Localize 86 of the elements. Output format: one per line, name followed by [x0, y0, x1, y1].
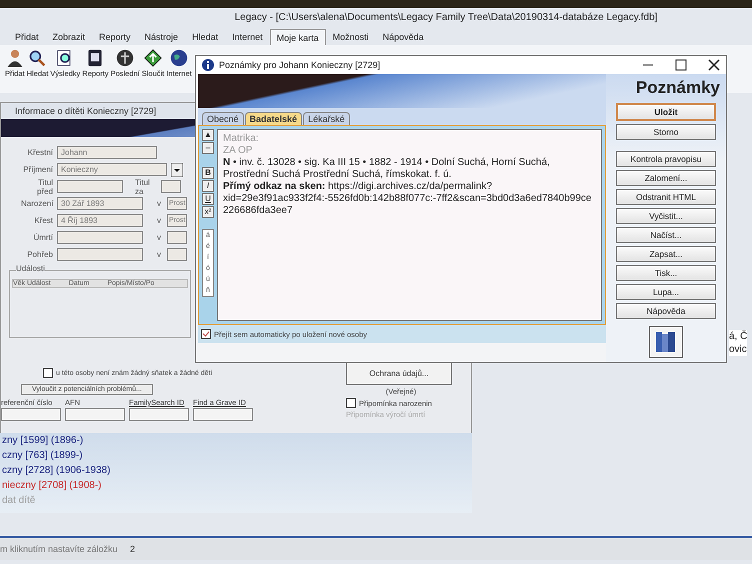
date-field[interactable]	[57, 248, 143, 261]
input-field[interactable]	[1, 408, 61, 421]
field-label: Titul před	[36, 178, 53, 196]
checkbox[interactable]	[43, 368, 53, 378]
status-count: 2	[130, 544, 136, 554]
input-field[interactable]	[57, 180, 123, 193]
menu-tab[interactable]: Zobrazit	[46, 29, 92, 45]
dialog-heading: Poznámky	[636, 78, 721, 98]
child-entry[interactable]: czny [2728] (1906-1938)	[2, 463, 472, 478]
format-button[interactable]: –	[202, 142, 214, 154]
dialog-button[interactable]: Načíst...	[616, 227, 716, 243]
field-label: Titul za	[135, 178, 151, 196]
date-field[interactable]: 4 Říj 1893	[57, 214, 143, 227]
menu-tab[interactable]: Internet	[225, 29, 270, 45]
input-field[interactable]	[193, 408, 253, 421]
format-button[interactable]: x²	[202, 206, 214, 218]
menu-tab[interactable]: Reporty	[92, 29, 138, 45]
merge-icon	[144, 49, 162, 67]
field-label: Narození	[21, 199, 53, 208]
field-label: Pohřeb	[26, 250, 53, 259]
input-field[interactable]	[65, 408, 125, 421]
dialog-button[interactable]: Uložit	[616, 103, 716, 121]
dialog-button[interactable]: Tisk...	[616, 265, 716, 281]
close-icon[interactable]	[708, 59, 720, 71]
place-field[interactable]	[167, 248, 187, 261]
globe-icon	[170, 49, 188, 67]
menu-tab[interactable]: Nástroje	[138, 29, 186, 45]
status-text: m kliknutím nastavíte záložku	[0, 544, 119, 554]
info-icon	[202, 59, 214, 71]
dialog-button[interactable]: Lupa...	[616, 284, 716, 300]
field-label: v	[157, 199, 162, 208]
background-text: ovic	[729, 343, 748, 356]
menu-tab[interactable]: Hledat	[185, 29, 226, 45]
note-text: Přímý odkaz na sken: https://digi.archives.cz/da/permalink?xid=29e3f91ac933f2f4:-5526fd0b:142b88f077c:-7ff2&scan=3bd0d3a6ed7840b99ce226686fda3ee7	[223, 181, 592, 217]
format-button[interactable]: I	[202, 180, 214, 192]
dropdown-arrow-icon[interactable]	[171, 162, 183, 176]
report-icon	[86, 49, 104, 67]
field-label: v	[157, 233, 162, 242]
format-button[interactable]: U	[202, 193, 214, 205]
input-field[interactable]: Johann	[57, 146, 157, 159]
menu-tab[interactable]: Možnosti	[326, 29, 376, 45]
search-icon	[28, 49, 46, 67]
tab[interactable]: Obecné	[202, 112, 244, 125]
dialog-button[interactable]: Zapsat...	[616, 246, 716, 262]
maximize-icon[interactable]	[675, 59, 687, 71]
privacy-button[interactable]: Ochrana údajů...	[346, 362, 452, 385]
dialog-title: Poznámky pro Johann Konieczny [2729]	[219, 60, 382, 70]
notes-editor[interactable]	[217, 129, 602, 321]
dialog-button[interactable]: Vyčistit...	[616, 208, 716, 224]
dialog-button[interactable]: Kontrola pravopisu	[616, 151, 716, 167]
dropdown-field[interactable]: Konieczny	[57, 163, 167, 176]
checkbox[interactable]	[201, 329, 211, 339]
date-field[interactable]: 30 Zář 1893	[57, 197, 143, 210]
person-icon	[6, 49, 24, 67]
format-button[interactable]: B	[202, 167, 214, 179]
note-label: Matrika:	[223, 133, 260, 145]
child-entry[interactable]: zny [1599] (1896-)	[2, 433, 472, 448]
note-text: N • inv. č. 13028 • sig. Ka III 15 • 1882 - 1914 • Dolní Suchá, Horní Suchá, Prostřední Suchá Prostřední Suchá, římskokat. f. ú.	[223, 157, 551, 181]
menu-tab[interactable]: Přidat	[8, 29, 46, 45]
menu-tab[interactable]: Nápověda	[376, 29, 431, 45]
field-label: Úmrtí	[32, 233, 53, 242]
place-field[interactable]	[167, 231, 187, 244]
field-label: v	[157, 216, 162, 225]
field-label: Křestní	[26, 148, 53, 157]
group-title: Události	[16, 264, 45, 273]
dialog-button[interactable]: Nápověda	[616, 303, 716, 319]
background-text: á, Č	[729, 330, 748, 343]
date-field[interactable]	[57, 231, 143, 244]
note-label: ZA OP	[223, 145, 254, 157]
dialog-button[interactable]: Odstranit HTML	[616, 189, 716, 205]
books-icon	[649, 326, 683, 358]
field-label: Příjmení	[22, 165, 53, 174]
dialog-button[interactable]: Zalomení...	[616, 170, 716, 186]
child-entry[interactable]: czny [763] (1899-)	[2, 448, 472, 463]
child-entry[interactable]: nieczny [2708] (1908-)	[2, 478, 472, 493]
menu-tab[interactable]: Moje karta	[270, 29, 326, 45]
window-title: Legacy - [C:\Users\alena\Documents\Legacy Family Tree\Data\20190314-databáze Legacy.fdb]	[234, 11, 658, 25]
field-label: Křest	[33, 216, 53, 225]
input-field[interactable]	[129, 408, 189, 421]
tab[interactable]: Badatelské	[244, 112, 302, 125]
checkbox[interactable]	[346, 398, 356, 408]
input-field[interactable]	[161, 180, 181, 193]
field-label: v	[157, 250, 162, 259]
tab[interactable]: Lékařské	[303, 112, 350, 125]
dialog-button[interactable]: Storno	[616, 124, 716, 140]
format-button[interactable]: ▲	[202, 129, 214, 141]
